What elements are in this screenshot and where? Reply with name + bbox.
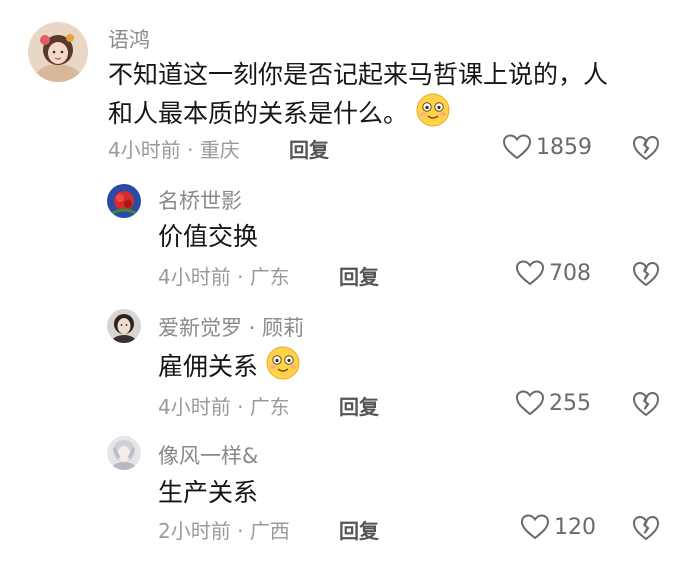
comment-text: 和人最本质的关系是什么。: [108, 99, 409, 128]
comment-meta: 4小时前 · 重庆: [108, 134, 240, 163]
meta-separator: ·: [230, 265, 250, 289]
like-button[interactable]: 1859: [502, 133, 592, 161]
heart-icon: [515, 260, 545, 286]
location: 广东: [249, 395, 290, 419]
heart-icon: [515, 390, 545, 416]
comment-text: 雇佣关系: [158, 352, 259, 381]
meta-separator: ·: [180, 138, 200, 162]
broken-heart-icon: [633, 262, 659, 286]
username[interactable]: 名桥世影: [158, 185, 242, 215]
comment-meta: 2小时前 · 广西: [158, 515, 290, 544]
heart-icon: [502, 134, 532, 160]
reply-button[interactable]: 回复: [339, 261, 379, 290]
comment-text: 生产关系: [158, 478, 259, 507]
broken-heart-icon: [633, 516, 659, 540]
reply-button[interactable]: 回复: [289, 134, 329, 163]
comment-text: 价值交换: [158, 222, 259, 251]
dislike-button[interactable]: [632, 260, 660, 292]
smiling-face-emoji-icon: [416, 93, 450, 137]
location: 广东: [249, 265, 290, 289]
username[interactable]: 爱新觉罗 · 顾莉: [158, 312, 304, 342]
avatar-image: [107, 184, 141, 218]
like-count: 1859: [536, 134, 592, 160]
smiling-face-emoji-icon: [266, 346, 300, 390]
like-count: 120: [554, 514, 596, 540]
username[interactable]: 像风一样&: [158, 440, 258, 470]
avatar[interactable]: [107, 309, 141, 343]
broken-heart-icon: [633, 136, 659, 160]
timestamp: 2小时前: [158, 519, 231, 543]
avatar[interactable]: [107, 436, 141, 470]
heart-icon: [520, 514, 550, 540]
like-button[interactable]: 255: [515, 389, 591, 417]
avatar[interactable]: [28, 22, 88, 82]
avatar-image: [107, 309, 141, 343]
comment-text-line-2: 和人最本质的关系是什么。: [108, 93, 450, 137]
dislike-button[interactable]: [632, 134, 660, 166]
reply-button[interactable]: 回复: [339, 515, 379, 544]
comment-text-line: 不知道这一刻你是否记起来马哲课上说的，人: [108, 60, 609, 89]
comment-text-line: 雇佣关系: [158, 346, 300, 390]
meta-separator: ·: [230, 519, 250, 543]
like-count: 255: [549, 390, 591, 416]
dislike-button[interactable]: [632, 390, 660, 422]
location: 广西: [249, 519, 290, 543]
avatar-image: [28, 22, 88, 82]
like-count: 708: [549, 260, 591, 286]
like-button[interactable]: 120: [520, 513, 596, 541]
location: 重庆: [199, 138, 240, 162]
dislike-button[interactable]: [632, 514, 660, 546]
timestamp: 4小时前: [158, 395, 231, 419]
username[interactable]: 语鸿: [108, 24, 150, 54]
comment-meta: 4小时前 · 广东: [158, 261, 290, 290]
avatar-image: [107, 436, 141, 470]
comment-meta: 4小时前 · 广东: [158, 391, 290, 420]
broken-heart-icon: [633, 392, 659, 416]
reply-button[interactable]: 回复: [339, 391, 379, 420]
timestamp: 4小时前: [108, 138, 181, 162]
avatar[interactable]: [107, 184, 141, 218]
meta-separator: ·: [230, 395, 250, 419]
like-button[interactable]: 708: [515, 259, 591, 287]
timestamp: 4小时前: [158, 265, 231, 289]
